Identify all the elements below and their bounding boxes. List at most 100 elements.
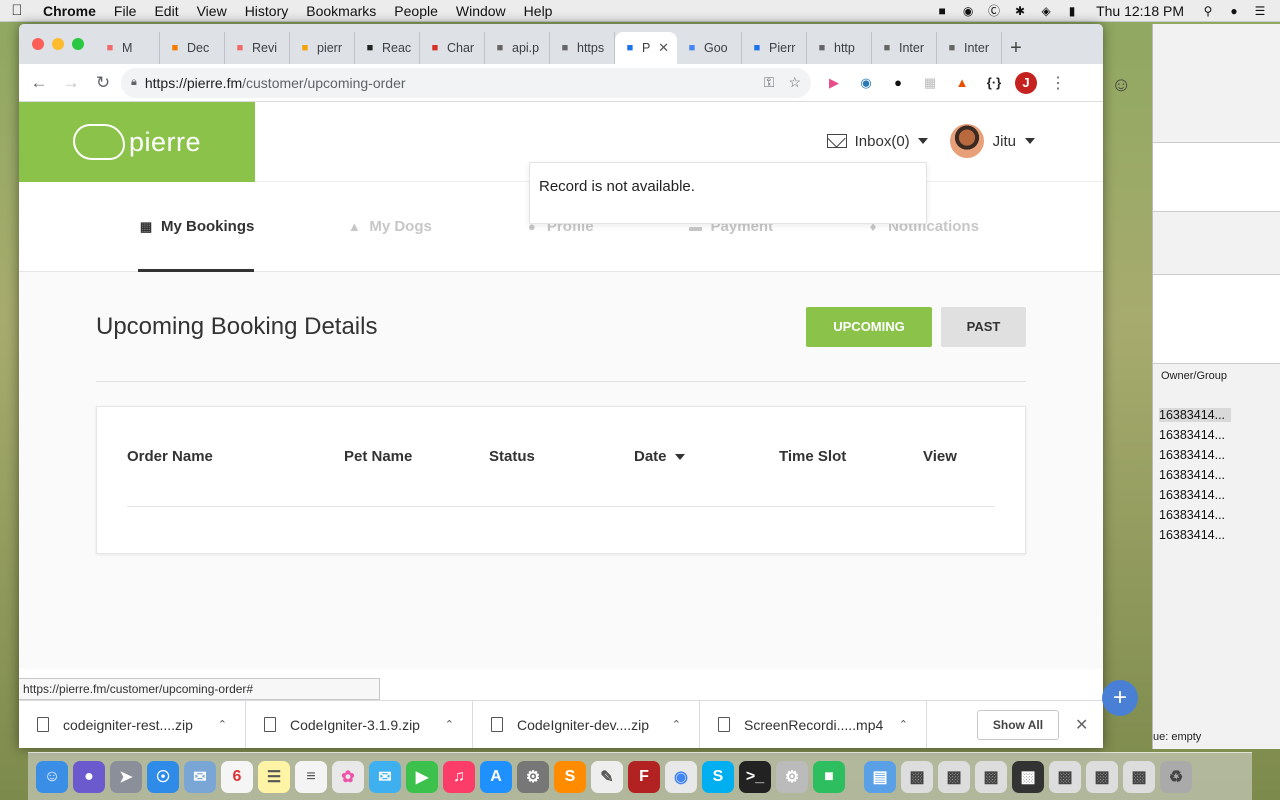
menu-window[interactable]: Window [447, 3, 515, 19]
finder-icon[interactable]: ☺ [36, 760, 68, 793]
evernote-icon[interactable]: ■ [934, 4, 950, 18]
launchpad-icon[interactable]: ➤ [110, 760, 142, 793]
download-item[interactable]: ScreenRecordi.....mp4 ⌃ [700, 700, 927, 748]
messages-icon[interactable]: ✉ [369, 760, 401, 793]
folder-icon[interactable]: ▤ [864, 760, 896, 793]
menubar-clock[interactable]: Thu 12:18 PM [1090, 3, 1190, 19]
browser-tab[interactable]: ■ https [550, 32, 615, 64]
reminders-icon[interactable]: ≡ [295, 760, 327, 793]
address-bar[interactable]: 🔒︎ https://pierre.fm/customer/upcoming-o… [121, 67, 811, 98]
profile-avatar[interactable]: J [1015, 71, 1037, 94]
add-fab-icon[interactable]: + [1102, 680, 1138, 716]
bg-row[interactable]: 16383414... [1159, 468, 1225, 482]
window-thumbnail-icon[interactable]: ▩ [938, 760, 970, 793]
extension-color-icon[interactable]: ● [887, 72, 909, 94]
download-item[interactable]: codeigniter-rest....zip ⌃ [19, 700, 246, 748]
back-arrow-icon[interactable]: ← [25, 69, 53, 97]
browser-tab[interactable]: ■ http [807, 32, 872, 64]
spotlight-search-icon[interactable]: ⚲ [1200, 4, 1216, 18]
skype-icon[interactable]: S [702, 760, 734, 793]
add-person-icon[interactable]: ☺ [1111, 74, 1135, 98]
col-date[interactable]: Date [634, 448, 779, 465]
browser-tab[interactable]: ■ Char [420, 32, 485, 64]
close-window-button[interactable] [32, 38, 44, 50]
window-thumbnail-icon[interactable]: ▩ [1049, 760, 1081, 793]
extension-arrow-icon[interactable]: ▶ [823, 72, 845, 94]
bg-row[interactable]: 16383414... [1159, 528, 1225, 542]
window-thumbnail-icon[interactable]: ▩ [901, 760, 933, 793]
chevron-up-icon[interactable]: ⌃ [899, 718, 908, 731]
calendar-icon[interactable]: 6 [221, 760, 253, 793]
browser-tab[interactable]: ■ M [95, 32, 160, 64]
bookmark-star-icon[interactable]: ☆ [788, 74, 801, 91]
extension-json-icon[interactable]: {·} [983, 72, 1005, 94]
nav-my-dogs[interactable]: ▲ My Dogs [346, 182, 432, 272]
menu-view[interactable]: View [188, 3, 236, 19]
menu-file[interactable]: File [105, 3, 146, 19]
download-item[interactable]: CodeIgniter-dev....zip ⌃ [473, 700, 700, 748]
evernote-icon[interactable]: ■ [813, 760, 845, 793]
itunes-icon[interactable]: ♫ [443, 760, 475, 793]
browser-tab[interactable]: ■ Pierr [742, 32, 807, 64]
forward-arrow-icon[interactable]: → [57, 69, 85, 97]
menu-bookmarks[interactable]: Bookmarks [297, 3, 385, 19]
past-button[interactable]: PAST [941, 306, 1026, 347]
photos-icon[interactable]: ✿ [332, 760, 364, 793]
window-thumbnail-icon[interactable]: ▩ [1123, 760, 1155, 793]
lock-icon[interactable]: 🔒︎ [131, 76, 137, 89]
owner-group-header[interactable]: Owner/Group [1161, 370, 1227, 382]
chrome-icon[interactable]: ◉ [665, 760, 697, 793]
menu-history[interactable]: History [236, 3, 298, 19]
skype-icon[interactable]: Ⓒ [986, 4, 1002, 18]
minimize-window-button[interactable] [52, 38, 64, 50]
col-order-name[interactable]: Order Name [127, 448, 344, 465]
facetime-icon[interactable]: ▶ [406, 760, 438, 793]
utility-icon[interactable]: ⚙ [776, 760, 808, 793]
col-pet-name[interactable]: Pet Name [344, 448, 489, 465]
window-thumbnail-icon[interactable]: ▩ [975, 760, 1007, 793]
browser-tab[interactable]: ■ Inter [872, 32, 937, 64]
bg-row[interactable]: 16383414... [1159, 448, 1225, 462]
bg-row[interactable]: 16383414... [1159, 508, 1225, 522]
window-thumbnail-icon[interactable]: ▩ [1086, 760, 1118, 793]
download-item[interactable]: CodeIgniter-3.1.9.zip ⌃ [246, 700, 473, 748]
inbox-dropdown[interactable]: Inbox(0) [826, 133, 928, 150]
close-downloads-icon[interactable]: ✕ [1075, 715, 1088, 735]
bg-row[interactable]: 16383414... [1159, 488, 1225, 502]
pierre-logo[interactable]: pierre [19, 102, 255, 182]
terminal-icon[interactable]: >_ [739, 760, 771, 793]
bg-row[interactable]: 16383414... [1159, 408, 1232, 422]
browser-tab[interactable]: ■ Goo [677, 32, 742, 64]
siri-icon[interactable]: ● [1226, 4, 1242, 18]
reload-icon[interactable]: ↻ [89, 69, 117, 97]
window-thumbnail-icon[interactable]: ▩ [1012, 760, 1044, 793]
chrome-menu-icon[interactable]: ⋮ [1047, 72, 1069, 94]
menu-people[interactable]: People [385, 3, 447, 19]
key-icon[interactable]: ⚿ [764, 74, 775, 91]
menu-edit[interactable]: Edit [145, 3, 187, 19]
browser-tab[interactable]: ■ Inter [937, 32, 1002, 64]
extension-fire-icon[interactable]: ▲ [951, 72, 973, 94]
apple-icon[interactable]:  [0, 2, 34, 19]
browser-tab[interactable]: ■ api.p [485, 32, 550, 64]
notes-icon[interactable]: ☰ [258, 760, 290, 793]
show-all-downloads-button[interactable]: Show All [977, 709, 1059, 740]
browser-tab[interactable]: ■ pierr [290, 32, 355, 64]
zoom-window-button[interactable] [72, 38, 84, 50]
filezilla-icon[interactable]: F [628, 760, 660, 793]
browser-tab[interactable]: ■ P ✕ [615, 32, 677, 64]
system-preferences-icon[interactable]: ⚙ [517, 760, 549, 793]
browser-tab[interactable]: ■ Reac [355, 32, 420, 64]
wifi-icon[interactable]: ◈ [1038, 4, 1054, 18]
menu-chrome[interactable]: Chrome [34, 3, 105, 19]
record-icon[interactable]: ◉ [960, 4, 976, 18]
extension-globe-icon[interactable]: ◉ [855, 72, 877, 94]
bg-row[interactable]: 16383414... [1159, 428, 1225, 442]
col-time-slot[interactable]: Time Slot [779, 448, 923, 465]
chevron-up-icon[interactable]: ⌃ [672, 718, 681, 731]
browser-tab[interactable]: ■ Dec [160, 32, 225, 64]
chevron-up-icon[interactable]: ⌃ [445, 718, 454, 731]
app-store-icon[interactable]: A [480, 760, 512, 793]
close-tab-icon[interactable]: ✕ [658, 40, 669, 56]
safari-icon[interactable]: ☉ [147, 760, 179, 793]
